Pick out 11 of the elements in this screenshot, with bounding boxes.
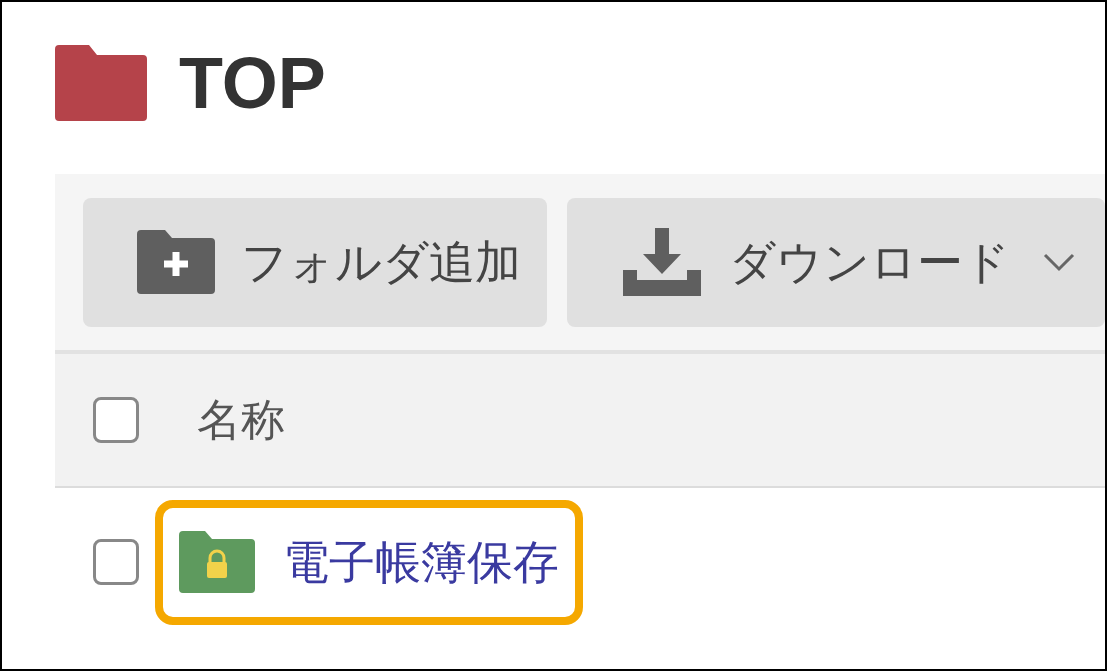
download-icon	[623, 228, 702, 296]
folder-icon	[55, 45, 147, 121]
folder-link[interactable]: 電子帳簿保存	[283, 527, 559, 597]
select-all-checkbox[interactable]	[93, 397, 139, 443]
caret-icon	[1042, 252, 1077, 272]
row-checkbox[interactable]	[93, 539, 139, 585]
download-button[interactable]: ダウンロード	[567, 197, 1105, 327]
column-header: 名称	[197, 394, 285, 446]
folder-plus-icon	[137, 230, 215, 294]
page-title: TOP	[179, 47, 326, 119]
add-folder-button[interactable]: フォルダ追加	[83, 197, 548, 327]
